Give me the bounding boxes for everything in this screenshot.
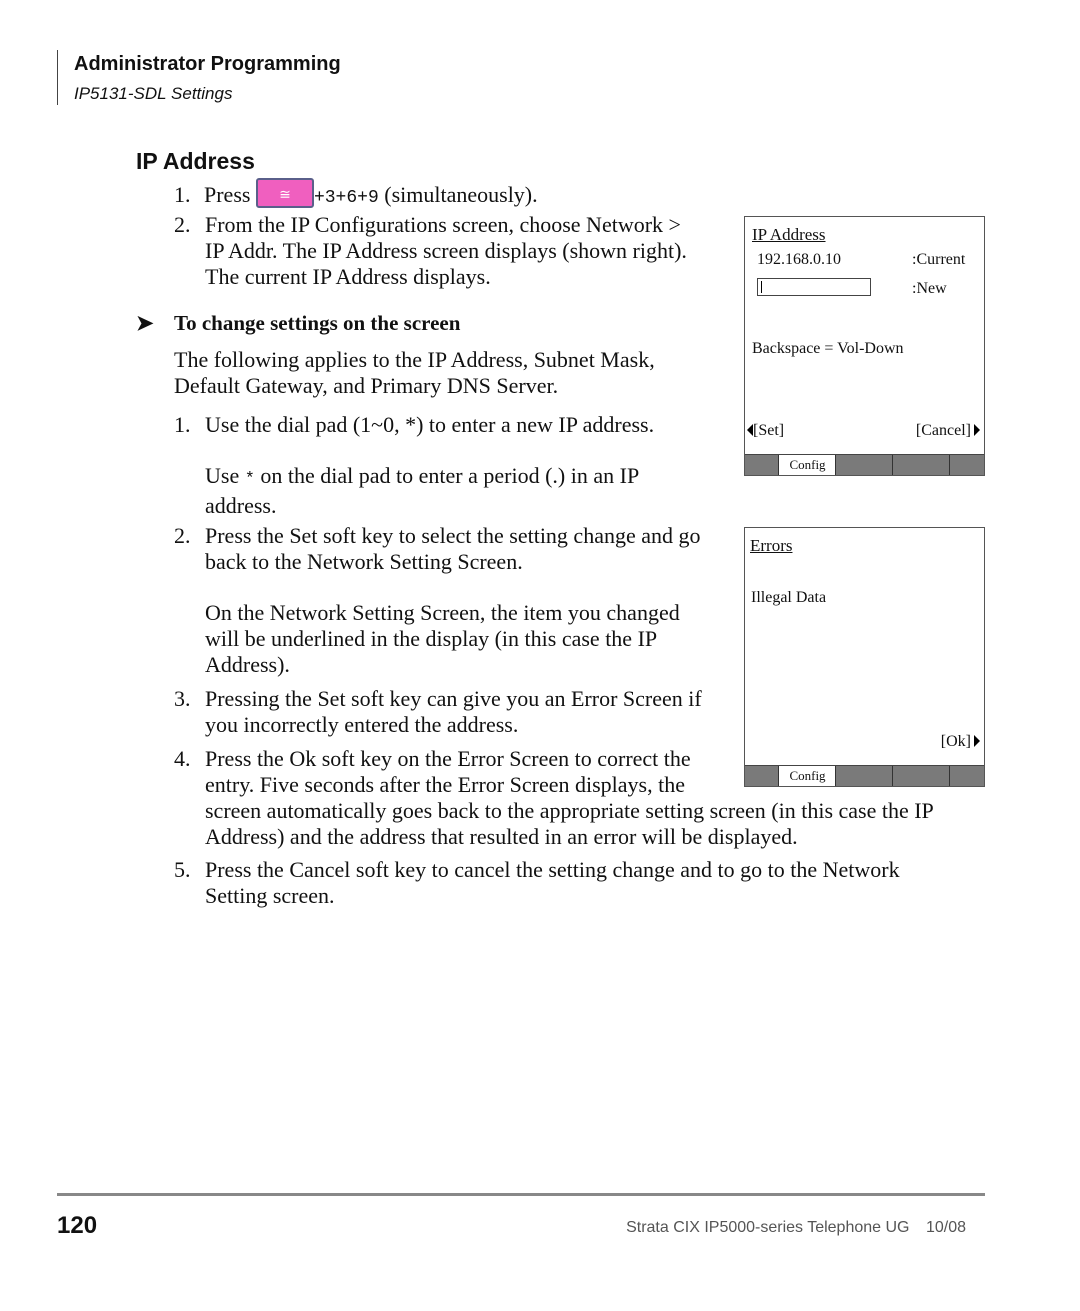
tab-empty[interactable] [835, 455, 893, 475]
tab-empty[interactable] [835, 766, 893, 786]
section-title: IP Address [136, 148, 255, 174]
tab-empty[interactable] [949, 766, 985, 786]
softkey-label: [Cancel] [915, 422, 971, 439]
softkey-tab-bar: Config [745, 765, 984, 786]
step-number: 1. [174, 182, 191, 207]
tab-empty[interactable] [892, 766, 950, 786]
tab-empty[interactable] [892, 455, 950, 475]
tab-empty[interactable] [949, 455, 985, 475]
step-2: 2. From the IP Configurations screen, ch… [174, 212, 687, 290]
step-line: Setting screen. [205, 883, 335, 908]
step-line: Press the Cancel soft key to cancel the … [205, 857, 900, 882]
footer-doc-title: Strata CIX IP5000-series Telephone UG [626, 1219, 910, 1236]
step-number: 1. [174, 412, 191, 437]
tab-config[interactable]: Config [778, 766, 836, 786]
current-label: :Current [912, 251, 966, 268]
footer-date: 10/08 [925, 1219, 966, 1236]
screen-title: Errors [750, 536, 793, 555]
triangle-right-icon [974, 424, 980, 436]
arrow-right-icon: ➤ [136, 311, 154, 335]
procedure-title: To change settings on the screen [174, 311, 461, 335]
procedure-step-3: 3. Pressing the Set soft key can give yo… [174, 686, 702, 738]
errors-screen: Errors Illegal Data [Ok] Config [744, 527, 985, 787]
softkey-tab-bar: Config [745, 454, 984, 475]
triangle-right-icon [974, 735, 980, 747]
new-label: :New [912, 280, 947, 297]
intro-line: The following applies to the IP Address,… [174, 347, 655, 372]
procedure-intro: The following applies to the IP Address,… [174, 347, 655, 399]
text-cursor [761, 281, 762, 293]
key-sequence: +3+6+9 [313, 188, 379, 208]
error-message: Illegal Data [751, 589, 827, 606]
procedure-step-1: 1. Use the dial pad (1~0, *) to enter a … [174, 412, 654, 519]
step-line: screen automatically goes back to the ap… [205, 798, 934, 823]
softkey-label: [Ok] [940, 733, 971, 750]
chapter-title: Administrator Programming [74, 53, 341, 75]
softkey-label: [Set] [753, 422, 785, 439]
footer-doc-info: Strata CIX IP5000-series Telephone UG 10… [626, 1219, 966, 1237]
step-number: 3. [174, 686, 191, 711]
step-line: back to the Network Setting Screen. [205, 549, 523, 574]
header-margin-bar [57, 50, 58, 105]
screen-title: IP Address [752, 225, 826, 244]
step-line: you incorrectly entered the address. [205, 712, 519, 737]
step-text: Press [204, 182, 251, 207]
page-number: 120 [57, 1212, 98, 1239]
step-line: IP Addr. The IP Address screen displays … [205, 238, 687, 263]
speaker-key-icon: ≅ [255, 178, 314, 208]
step-line: From the IP Configurations screen, choos… [205, 212, 681, 237]
softkey-ok[interactable]: [Ok] [941, 733, 980, 751]
note-text: Use [205, 463, 240, 488]
note-text: address. [205, 493, 277, 518]
step-line: Press the Set soft key to select the set… [205, 523, 701, 548]
step-line: Use the dial pad (1~0, *) to enter a new… [205, 412, 655, 437]
tab-config[interactable]: Config [778, 455, 836, 475]
note-line: On the Network Setting Screen, the item … [205, 600, 680, 625]
step-line: The current IP Address displays. [205, 264, 491, 289]
step-number: 2. [174, 212, 191, 237]
ip-address-screen: IP Address 192.168.0.10 :Current :New Ba… [744, 216, 985, 476]
procedure-step-5: 5. Press the Cancel soft key to cancel t… [174, 857, 900, 909]
note-text: on the dial pad to enter a period (.) in… [254, 463, 640, 488]
step-text-suffix: (simultaneously). [378, 182, 538, 207]
note-line: will be underlined in the display (in th… [205, 626, 658, 651]
note-line: Address). [205, 652, 290, 677]
step-number: 4. [174, 746, 191, 771]
softkey-cancel[interactable]: [Cancel] [916, 422, 980, 440]
star-key: * [244, 470, 255, 489]
new-ip-input[interactable] [757, 278, 871, 296]
procedure-step-2: 2. Press the Set soft key to select the … [174, 523, 701, 678]
step-line: Address) and the address that resulted i… [205, 824, 798, 849]
footer-divider [57, 1193, 985, 1196]
step-line: Pressing the Set soft key can give you a… [205, 686, 702, 711]
chapter-subtitle: IP5131-SDL Settings [74, 84, 233, 103]
backspace-hint: Backspace = Vol-Down [752, 340, 904, 357]
intro-line: Default Gateway, and Primary DNS Server. [174, 373, 559, 398]
softkey-set[interactable]: [Set] [747, 422, 784, 440]
step-1: 1. Press ≅ +3+6+9 (simultaneously). [174, 178, 538, 211]
procedure-heading: ➤ To change settings on the screen [136, 311, 460, 336]
current-ip-value: 192.168.0.10 [757, 251, 841, 268]
step-number: 2. [174, 523, 191, 548]
step-number: 5. [174, 857, 191, 882]
